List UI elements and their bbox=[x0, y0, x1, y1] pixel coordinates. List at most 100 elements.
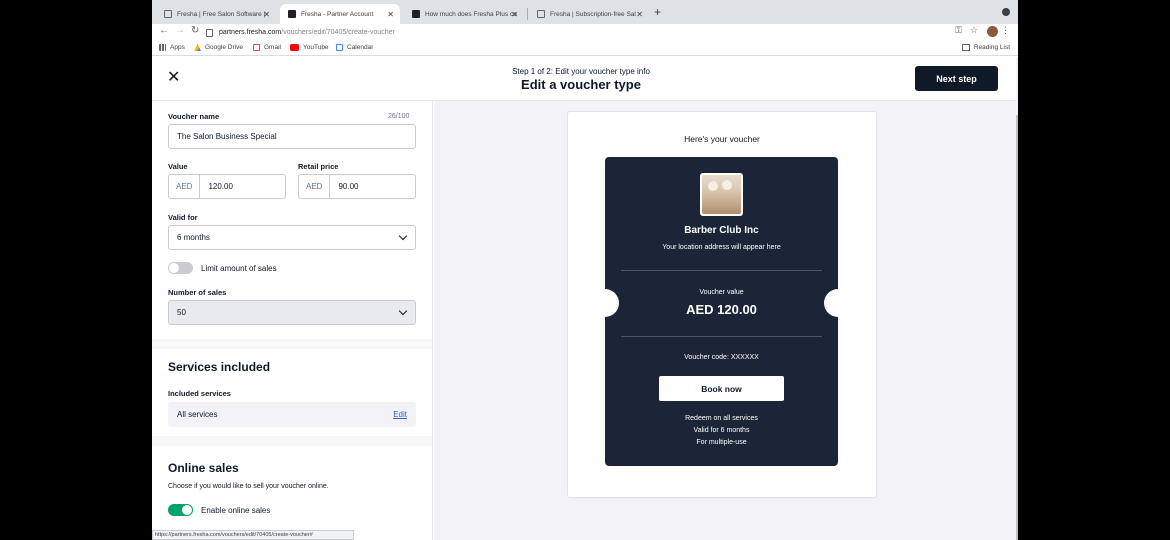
bookmark-label: Google Drive bbox=[205, 44, 243, 51]
tab-title: How much does Fresha Plus co bbox=[425, 10, 517, 18]
tab-title: Fresha | Free Salon Software | bbox=[177, 10, 266, 18]
tab-fresha-free[interactable]: Fresha | Free Salon Software | ✕ bbox=[156, 4, 276, 24]
included-services-box: All services Edit bbox=[168, 402, 416, 427]
business-address: Your location address will appear here bbox=[662, 244, 781, 251]
menu-icon[interactable]: ⋮ bbox=[1001, 25, 1010, 36]
currency-prefix: AED bbox=[169, 175, 201, 198]
voucher-name-value: The Salon Business Special bbox=[177, 132, 277, 141]
close-tab-icon[interactable]: ✕ bbox=[636, 10, 643, 19]
bookmark-apps[interactable]: Apps bbox=[159, 44, 185, 51]
close-tab-icon[interactable]: ✕ bbox=[387, 10, 394, 19]
section-divider bbox=[152, 339, 432, 349]
scrollbar-thumb[interactable] bbox=[1016, 115, 1018, 540]
use-text: For multiple-use bbox=[696, 439, 747, 446]
preview-title: Here's your voucher bbox=[684, 134, 760, 144]
currency-prefix: AED bbox=[299, 175, 331, 198]
edit-services-link[interactable]: Edit bbox=[393, 410, 407, 419]
voucher-name-input[interactable]: The Salon Business Special bbox=[168, 124, 416, 149]
char-counter: 26/100 bbox=[388, 113, 410, 120]
voucher-name-label: Voucher name bbox=[168, 112, 220, 121]
number-of-sales-label: Number of sales bbox=[168, 288, 227, 297]
star-icon[interactable]: ☆ bbox=[970, 25, 978, 36]
online-sales-toggle[interactable] bbox=[168, 504, 193, 516]
bookmark-google-drive[interactable]: Google Drive bbox=[194, 44, 243, 51]
page-header: ✕ Step 1 of 2: Edit your voucher type in… bbox=[152, 57, 1016, 101]
value-amount: 120.00 bbox=[208, 182, 233, 191]
valid-text: Valid for 6 months bbox=[693, 427, 750, 434]
toggle-knob bbox=[169, 263, 179, 273]
business-logo bbox=[700, 173, 743, 216]
voucher-preview-area: Here's your voucher Barber Club Inc Your… bbox=[434, 101, 1016, 540]
online-sales-heading: Online sales bbox=[168, 461, 239, 475]
reading-list-icon bbox=[961, 44, 970, 51]
next-step-button[interactable]: Next step bbox=[915, 66, 998, 91]
tab-strip: Fresha | Free Salon Software | ✕ Fresha … bbox=[152, 0, 1018, 24]
tab-title: Fresha | Subscription-free Sal bbox=[550, 10, 636, 18]
services-heading: Services included bbox=[168, 360, 271, 374]
voucher-form: Voucher name 26/100 The Salon Business S… bbox=[152, 101, 433, 540]
browser-toolbar: ← → ↻ partners.fresha.com/vouchers/edit/… bbox=[152, 24, 1018, 40]
toggle-knob bbox=[182, 505, 192, 515]
step-indicator: Step 1 of 2: Edit your voucher type info bbox=[512, 67, 650, 76]
book-now-button[interactable]: Book now bbox=[659, 376, 784, 401]
back-icon[interactable]: ← bbox=[159, 25, 169, 36]
url-path: /vouchers/edit/70405/create-voucher bbox=[281, 28, 395, 36]
bookmark-youtube[interactable]: YouTube bbox=[290, 44, 329, 51]
section-divider bbox=[152, 436, 432, 446]
reading-list-label: Reading List bbox=[973, 44, 1010, 51]
new-tab-icon[interactable]: + bbox=[654, 5, 661, 19]
calendar-icon bbox=[336, 44, 343, 51]
bookmark-label: Calendar bbox=[347, 44, 374, 51]
bookmark-label: YouTube bbox=[303, 44, 329, 51]
value-input[interactable]: AED 120.00 bbox=[168, 174, 286, 199]
retail-price-input[interactable]: AED 90.00 bbox=[298, 174, 416, 199]
youtube-icon bbox=[290, 44, 299, 51]
retail-amount: 90.00 bbox=[338, 182, 359, 191]
tab-fresha-plus[interactable]: How much does Fresha Plus co ✕ bbox=[404, 4, 524, 24]
value-label: Value bbox=[168, 162, 188, 171]
voucher-value: AED 120.00 bbox=[686, 302, 757, 317]
voucher-value-label: Voucher value bbox=[699, 289, 744, 296]
chevron-down-icon bbox=[398, 231, 408, 241]
key-icon[interactable]: ⚿ bbox=[955, 25, 962, 36]
business-name: Barber Club Inc bbox=[684, 225, 759, 236]
close-tab-icon[interactable]: ✕ bbox=[263, 10, 270, 19]
forward-icon[interactable]: → bbox=[175, 25, 185, 36]
valid-for-label: Valid for bbox=[168, 213, 198, 222]
voucher-card: Barber Club Inc Your location address wi… bbox=[591, 157, 852, 466]
address-bar[interactable]: partners.fresha.com/vouchers/edit/70405/… bbox=[206, 25, 966, 39]
tab-title: Fresha - Partner Account bbox=[301, 10, 374, 18]
online-sales-description: Choose if you would like to sell your vo… bbox=[168, 483, 329, 490]
record-icon[interactable] bbox=[1002, 8, 1010, 16]
apps-grid-icon bbox=[159, 44, 166, 51]
bookmark-label: Gmail bbox=[264, 44, 281, 51]
fresha-favicon-icon bbox=[288, 10, 296, 18]
gmail-icon bbox=[253, 44, 260, 51]
tab-partner-account[interactable]: Fresha - Partner Account ✕ bbox=[280, 4, 400, 24]
tab-subscription[interactable]: Fresha | Subscription-free Sal ✕ bbox=[529, 4, 649, 24]
bookmark-calendar[interactable]: Calendar bbox=[336, 44, 373, 51]
status-bar-url: https://partners.fresha.com/vouchers/edi… bbox=[152, 530, 354, 540]
plus-favicon-icon bbox=[412, 10, 420, 18]
reading-list[interactable]: Reading List bbox=[961, 44, 1010, 51]
online-sales-label: Enable online sales bbox=[201, 506, 271, 515]
number-of-sales-select[interactable]: 50 bbox=[168, 300, 416, 325]
bookmarks-bar: Apps Google Drive Gmail YouTube Calendar… bbox=[152, 40, 1018, 56]
redeem-text: Redeem on all services bbox=[685, 415, 758, 422]
chevron-down-icon bbox=[398, 306, 408, 316]
limit-sales-toggle[interactable] bbox=[168, 262, 193, 274]
retail-price-label: Retail price bbox=[298, 162, 339, 171]
drive-icon bbox=[194, 44, 201, 51]
included-services-label: Included services bbox=[168, 389, 231, 398]
close-tab-icon[interactable]: ✕ bbox=[511, 10, 518, 19]
profile-avatar[interactable] bbox=[987, 26, 998, 37]
bookmark-gmail[interactable]: Gmail bbox=[253, 44, 281, 51]
valid-for-select[interactable]: 6 months bbox=[168, 225, 416, 250]
reload-icon[interactable]: ↻ bbox=[191, 25, 199, 36]
tab-separator bbox=[527, 8, 528, 20]
fresha-favicon-icon bbox=[537, 10, 545, 18]
voucher-code: Voucher code: XXXXXX bbox=[684, 354, 759, 361]
limit-sales-label: Limit amount of sales bbox=[201, 264, 277, 273]
divider-line bbox=[621, 336, 822, 337]
lock-icon bbox=[206, 29, 213, 37]
